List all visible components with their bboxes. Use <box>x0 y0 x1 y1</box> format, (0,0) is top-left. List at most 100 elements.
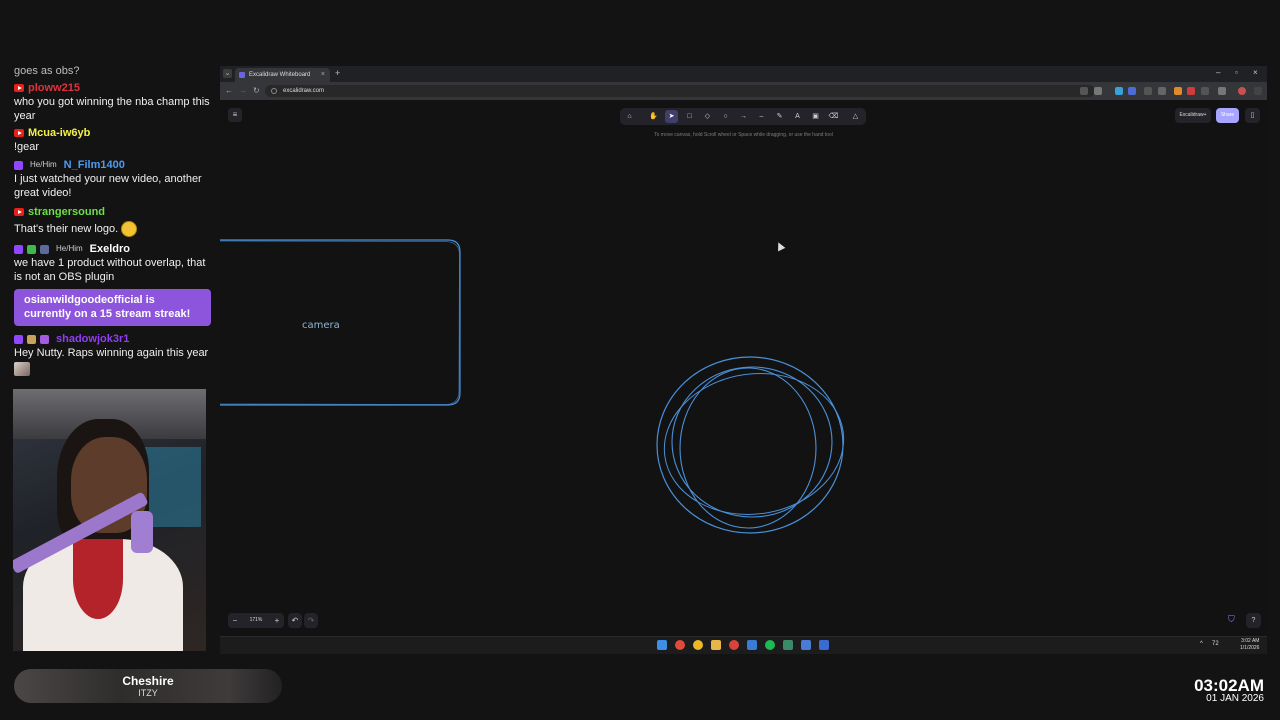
zoom-controls: − 171% + <box>228 613 284 628</box>
chat-text: I just watched your new video, another g… <box>14 173 202 199</box>
youtube-icon <box>14 208 24 216</box>
sketch-circle <box>663 373 845 515</box>
forward-button[interactable]: → <box>239 86 247 95</box>
extension-icon[interactable] <box>1174 87 1182 95</box>
app-icon[interactable] <box>783 640 793 650</box>
zoom-level[interactable]: 171% <box>242 613 270 628</box>
url-text: excalidraw.com <box>283 88 325 94</box>
library-sidebar-button[interactable]: ▯ <box>1245 108 1260 123</box>
taskbar: ^ 72 3:02 AM 1/1/2026 <box>220 636 1267 654</box>
line-icon[interactable]: – <box>755 110 768 123</box>
tray-chevron-icon[interactable]: ^ <box>1200 641 1203 647</box>
chat-text: who you got winning the nba champ this y… <box>14 96 210 122</box>
zoom-in-button[interactable]: + <box>270 613 284 628</box>
sketch-circle <box>656 356 844 534</box>
chrome-icon[interactable] <box>675 640 685 650</box>
extensions-puzzle-icon[interactable] <box>1218 87 1226 95</box>
arrow-icon[interactable]: → <box>737 110 750 123</box>
tab-search-icon[interactable]: ⌄ <box>223 69 232 78</box>
extension-icon[interactable] <box>1128 87 1136 95</box>
taskbar-time: 3:02 AM <box>1241 638 1260 644</box>
ellipse-icon[interactable]: ○ <box>719 110 732 123</box>
twitch-icon <box>14 160 23 170</box>
more-tools-icon[interactable]: △ <box>849 110 862 123</box>
camera-rectangle <box>220 239 461 406</box>
file-explorer-icon[interactable] <box>711 640 721 650</box>
weather-temperature[interactable]: 72 <box>1212 641 1219 647</box>
selection-icon[interactable]: ➤ <box>665 110 678 123</box>
text-icon[interactable]: A <box>791 110 804 123</box>
chat-message: ploww215 who you got winning the nba cha… <box>14 81 214 123</box>
app-icon[interactable] <box>819 640 829 650</box>
maximize-button[interactable]: ▫ <box>1235 68 1238 77</box>
bits-badge-icon <box>40 244 49 254</box>
zoom-out-button[interactable]: − <box>228 613 242 628</box>
chat-username: Mcua-iw6yb <box>28 127 91 139</box>
extension-icon[interactable] <box>1144 87 1152 95</box>
chrome-icon[interactable] <box>693 640 703 650</box>
rectangle-icon[interactable]: □ <box>683 110 696 123</box>
stream-chat: goes as obs? ploww215 who you got winnin… <box>0 60 220 390</box>
main-menu-button[interactable]: ≡ <box>228 108 242 122</box>
app-icon[interactable] <box>747 640 757 650</box>
song-title: Cheshire <box>122 674 174 688</box>
prime-badge-icon <box>40 334 49 344</box>
extension-icon[interactable] <box>1201 87 1209 95</box>
app-icon[interactable] <box>729 640 739 650</box>
chat-username: strangersound <box>28 206 106 218</box>
taskbar-clock[interactable]: 3:02 AM 1/1/2026 <box>1240 638 1259 652</box>
undo-button[interactable]: ↶ <box>288 613 302 628</box>
new-tab-button[interactable]: + <box>335 68 340 78</box>
browser-menu-icon[interactable] <box>1254 87 1262 95</box>
help-button[interactable]: ? <box>1246 613 1261 628</box>
camera-label[interactable]: camera <box>302 320 340 331</box>
sub-badge-icon <box>27 244 36 254</box>
app-icon[interactable] <box>801 640 811 650</box>
address-bar[interactable]: excalidraw.com <box>265 85 1095 97</box>
excalidraw-plus-button[interactable]: Excalidraw+ <box>1175 108 1211 123</box>
start-button-icon[interactable] <box>657 640 667 650</box>
chat-text: That's their new logo. <box>14 222 119 235</box>
canvas-hint: To move canvas, hold Scroll wheel or Spa… <box>654 132 833 138</box>
pronoun-badge: He/Him <box>30 160 57 169</box>
twitch-icon <box>14 244 23 254</box>
close-window-button[interactable]: × <box>1253 68 1258 77</box>
cast-icon[interactable] <box>1080 87 1088 95</box>
stream-clock-date: 01 JAN 2026 <box>1206 693 1264 704</box>
site-info-icon[interactable] <box>271 88 277 94</box>
tab-excalidraw[interactable]: Excalidraw Whiteboard × <box>235 68 330 82</box>
chat-message: Mcua-iw6yb !gear <box>14 126 214 154</box>
tab-title: Excalidraw Whiteboard <box>249 72 311 78</box>
chat-username: shadowjok3r1 <box>56 333 130 345</box>
now-playing-widget: Cheshire ITZY <box>14 669 282 703</box>
back-button[interactable]: ← <box>225 86 233 95</box>
profile-avatar[interactable] <box>1238 87 1246 95</box>
youtube-icon <box>14 129 24 137</box>
browser-window: ⌄ Excalidraw Whiteboard × + – ▫ × ← → ↻ … <box>220 66 1267 654</box>
share-button[interactable]: Share <box>1216 108 1239 123</box>
webcam-feed <box>13 389 206 651</box>
extension-icon[interactable] <box>1158 87 1166 95</box>
chat-text: Hey Nutty. Raps winning again this year <box>14 347 209 359</box>
extension-icon[interactable] <box>1187 87 1195 95</box>
reload-button[interactable]: ↻ <box>253 86 260 95</box>
eraser-icon[interactable]: ⌫ <box>827 110 840 123</box>
close-tab-icon[interactable]: × <box>321 68 325 82</box>
lock-icon[interactable]: ⌂ <box>623 110 636 123</box>
minimize-button[interactable]: – <box>1216 68 1220 77</box>
twitch-icon <box>14 334 23 344</box>
bookmark-star-icon[interactable] <box>1094 87 1102 95</box>
spotify-icon[interactable] <box>765 640 775 650</box>
diamond-icon[interactable]: ◇ <box>701 110 714 123</box>
taskbar-date: 1/1/2026 <box>1240 645 1260 651</box>
redo-button[interactable]: ↷ <box>304 613 318 628</box>
image-icon[interactable]: ▣ <box>809 110 822 123</box>
shield-icon[interactable]: ⛉ <box>1228 614 1238 626</box>
chat-username: ploww215 <box>28 82 80 94</box>
chat-message: He/Him N_Film1400 I just watched your new… <box>14 158 214 200</box>
excalidraw-canvas[interactable]: camera ≡ ⌂ ✋ ➤ □ ◇ ○ → – ✎ A ▣ ⌫ △ To mo… <box>220 100 1267 636</box>
extension-icon[interactable] <box>1115 87 1123 95</box>
hand-icon[interactable]: ✋ <box>647 110 660 123</box>
canvas-drawing-layer <box>220 239 845 534</box>
draw-icon[interactable]: ✎ <box>773 110 786 123</box>
